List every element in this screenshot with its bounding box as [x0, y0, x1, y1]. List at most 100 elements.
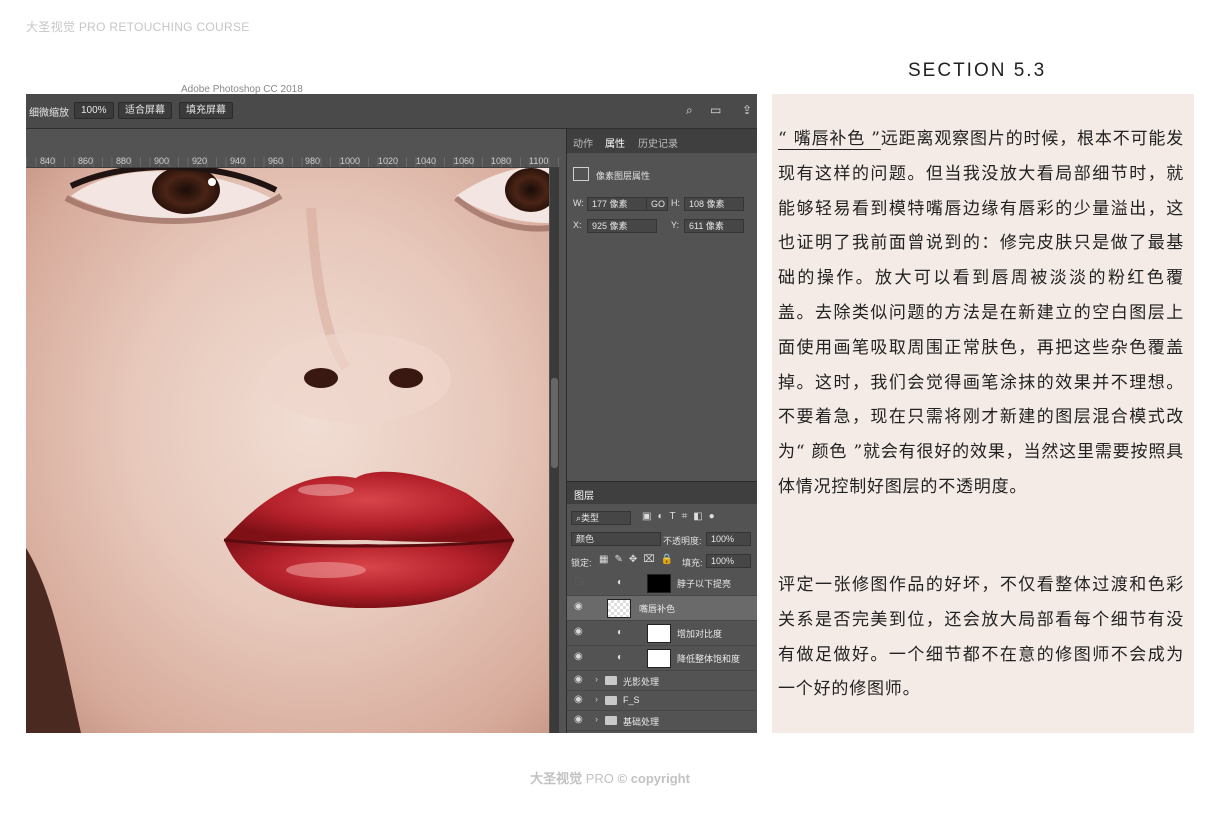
ruler-marks: [26, 157, 559, 167]
right-nostril: [389, 368, 423, 388]
x-label: X:: [573, 220, 582, 230]
ruler-tick: 880: [116, 156, 132, 166]
chevron-right-icon[interactable]: ›: [595, 694, 598, 704]
properties-tabs: 动作 属性 历史记录: [567, 129, 757, 153]
lock-icons[interactable]: ▦✎✥⌧🔒: [599, 554, 679, 565]
eye-icon[interactable]: ◉: [574, 626, 583, 637]
zoom-percent-button[interactable]: 100%: [74, 102, 114, 119]
search-icon[interactable]: ⌕: [686, 103, 693, 118]
footer-pro: PRO: [585, 771, 614, 786]
highlight-term: “ 嘴唇补色 ”: [778, 129, 881, 149]
eye-icon[interactable]: ◉: [574, 651, 583, 662]
ruler-tick: 1000: [340, 156, 361, 166]
left-nostril: [304, 368, 338, 388]
adjustment-icon: ◐: [617, 577, 624, 588]
properties-header: 像素图层属性: [596, 171, 651, 181]
y-label: Y:: [671, 220, 680, 230]
filter-kind-select[interactable]: ⌕类型: [571, 511, 631, 525]
blend-mode-select[interactable]: 颜色: [571, 532, 661, 546]
layer-row[interactable]: ▢ ◐ 脖子以下提亮: [567, 571, 757, 596]
folder-icon: [605, 716, 617, 725]
paragraph-2: 评定一张修图作品的好坏，不仅看整体过渡和色彩关系是否完美到位，还会放大局部看每个…: [778, 575, 1184, 700]
folder-icon: [605, 676, 617, 685]
width-label: W:: [573, 198, 584, 208]
adjustment-icon: ◐: [617, 652, 624, 663]
layer-name: 嘴唇补色: [639, 604, 676, 614]
ruler-tick: 900: [154, 156, 170, 166]
upper-lip: [224, 471, 514, 543]
tab-history[interactable]: 历史记录: [638, 135, 678, 150]
horizontal-ruler: 840 860 880 900 920 940 960 980 1000 102…: [26, 129, 559, 168]
fill-field[interactable]: 100%: [706, 554, 751, 568]
footer: 大圣视觉 PRO © copyright: [0, 768, 1220, 787]
ruler-tick: 960: [268, 156, 284, 166]
chevron-right-icon[interactable]: ›: [595, 674, 598, 684]
scrubby-zoom-label[interactable]: 细微缩放: [29, 104, 69, 119]
hair-shape: [26, 548, 81, 733]
side-panel: 动作 属性 历史记录 像素图层属性 W: 177 像素 GO H: 108 像素…: [566, 129, 757, 733]
link-dimensions-button[interactable]: GO: [646, 197, 668, 211]
options-bar: 细微缩放 100% 适合屏幕 填充屏幕 ⌕ ▭ ⇪: [26, 94, 757, 129]
y-field[interactable]: 611 像素: [684, 219, 744, 233]
lock-label: 锁定:: [571, 558, 592, 568]
filter-kind-value: 类型: [581, 513, 600, 523]
fill-label: 填充:: [682, 558, 703, 568]
layer-group-row[interactable]: ◉ › 基础处理: [567, 711, 757, 731]
fit-screen-button[interactable]: 适合屏幕: [118, 102, 172, 119]
paragraph-1: “ 嘴唇补色 ”远距离观察图片的时候，根本不可能发现有这样的问题。但当我没放大看…: [778, 122, 1184, 505]
layer-group-row[interactable]: ◉ › F_S: [567, 691, 757, 711]
layers-tab-bar: 图层: [567, 481, 757, 504]
image-canvas[interactable]: [26, 168, 549, 733]
brand-header: 大圣视觉 PRO RETOUCHING COURSE: [26, 20, 250, 34]
tab-actions[interactable]: 动作: [573, 135, 593, 150]
ruler-tick: 1080: [491, 156, 512, 166]
layer-thumbnail: [607, 599, 631, 618]
ruler-tick: 980: [305, 156, 321, 166]
layer-name: 增加对比度: [677, 629, 723, 639]
share-icon[interactable]: ⇪: [742, 103, 752, 117]
tab-layers[interactable]: 图层: [574, 487, 594, 502]
workspace-icon[interactable]: ▭: [710, 103, 721, 117]
eye-icon[interactable]: ◉: [574, 674, 583, 685]
ruler-tick: 840: [40, 156, 56, 166]
window-title-bar: Adobe Photoshop CC 2018: [26, 82, 757, 95]
ruler-tick: 940: [230, 156, 246, 166]
tab-properties[interactable]: 属性: [605, 135, 625, 150]
photoshop-window: Adobe Photoshop CC 2018 细微缩放 100% 适合屏幕 填…: [26, 82, 757, 733]
ruler-tick: 860: [78, 156, 94, 166]
layer-mask-thumbnail: [647, 649, 671, 668]
layer-mask-thumbnail: [647, 574, 671, 593]
ruler-tick: 1020: [378, 156, 399, 166]
scrollbar-thumb[interactable]: [551, 378, 558, 468]
layer-row-selected[interactable]: ◉ 嘴唇补色: [567, 596, 757, 621]
layer-filter-icons[interactable]: ▣◐T⌗◧●: [642, 511, 721, 522]
opacity-field[interactable]: 100%: [706, 532, 751, 546]
layer-name: F_S: [623, 695, 640, 705]
layer-row[interactable]: ◉ ◐ 增加对比度: [567, 621, 757, 646]
ruler-tick: 1060: [454, 156, 475, 166]
adjustment-icon: ◐: [617, 627, 624, 638]
ruler-tick: 1100: [529, 156, 549, 166]
chevron-right-icon[interactable]: ›: [595, 714, 598, 724]
left-iris: [152, 168, 220, 214]
fill-screen-button[interactable]: 填充屏幕: [179, 102, 233, 119]
layer-name: 降低整体饱和度: [677, 654, 741, 664]
layer-group-row[interactable]: ◉ › 光影处理: [567, 671, 757, 691]
pixel-layer-icon: [573, 167, 589, 181]
layer-row-background[interactable]: ◉ 背景 🔒: [567, 731, 757, 733]
height-field[interactable]: 108 像素: [684, 197, 744, 211]
x-field[interactable]: 925 像素: [587, 219, 657, 233]
layer-mask-thumbnail: [647, 624, 671, 643]
eye-icon[interactable]: ◉: [574, 601, 583, 612]
layer-name: 基础处理: [623, 717, 660, 727]
canvas-scrollbar[interactable]: [550, 168, 559, 733]
ruler-tick: 1040: [416, 156, 437, 166]
layer-name: 脖子以下提亮: [677, 579, 732, 589]
layer-row[interactable]: ◉ ◐ 降低整体饱和度: [567, 646, 757, 671]
eye-icon[interactable]: ◉: [574, 714, 583, 725]
section-title: SECTION 5.3: [908, 60, 1047, 81]
eye-icon[interactable]: ◉: [574, 694, 583, 705]
paragraph-1-body: 远距离观察图片的时候，根本不可能发现有这样的问题。但当我没放大看局部细节时，就能…: [778, 129, 1185, 497]
visibility-off-icon[interactable]: ▢: [574, 576, 583, 587]
ruler-tick: 920: [192, 156, 208, 166]
